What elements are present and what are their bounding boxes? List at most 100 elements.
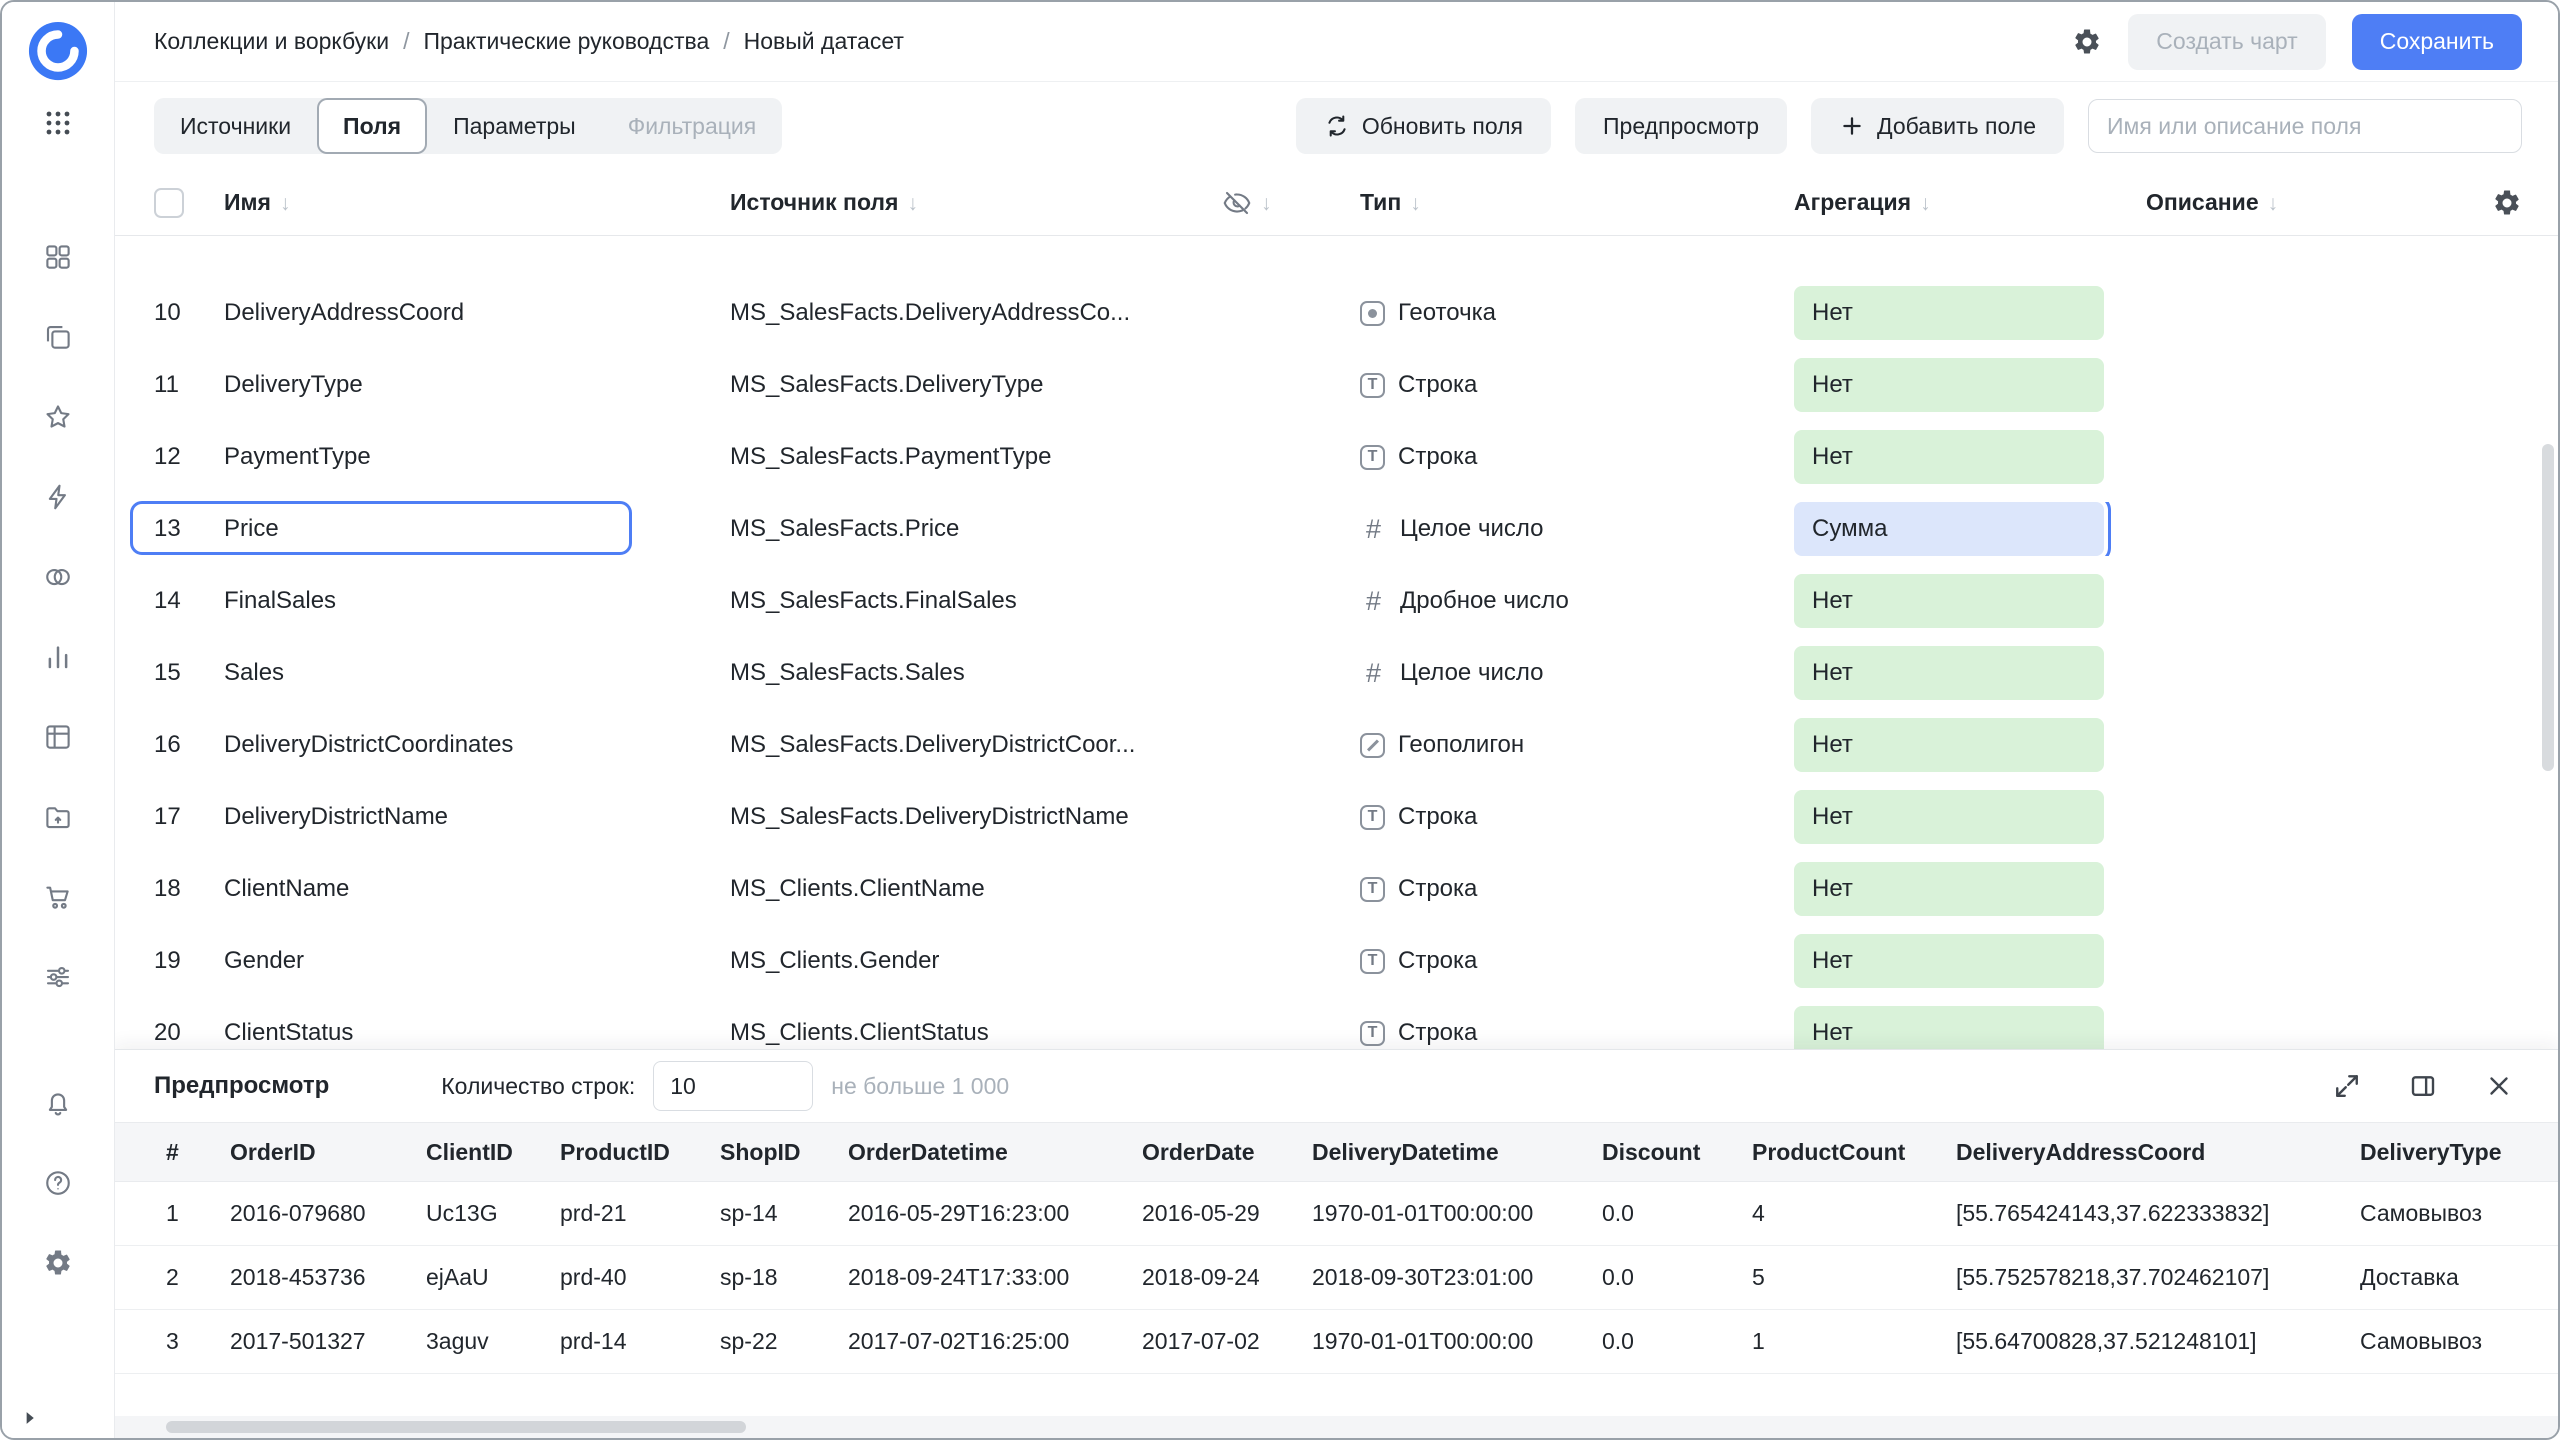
sidebar-nav xyxy=(43,242,73,992)
field-row[interactable]: 15 SalesMS_SalesFacts.Sales Целое числоНет xyxy=(114,637,2558,709)
sidebar-item-connections-icon[interactable] xyxy=(43,562,73,592)
aggregation-badge[interactable]: Нет xyxy=(1794,862,2104,916)
column-header-source[interactable]: Источник поля xyxy=(730,189,898,216)
field-type[interactable]: Строка xyxy=(1360,803,1794,831)
breadcrumb-collections[interactable]: Коллекции и воркбуки xyxy=(154,28,389,55)
aggregation-badge[interactable]: Сумма xyxy=(1794,502,2111,556)
add-field-button[interactable]: Добавить поле xyxy=(1811,98,2064,154)
aggregation-badge[interactable]: Нет xyxy=(1794,358,2104,412)
create-chart-button[interactable]: Создать чарт xyxy=(2128,13,2326,70)
preview-cell: 2018-09-24 xyxy=(1142,1264,1260,1290)
aggregation-badge[interactable]: Нет xyxy=(1794,718,2104,772)
table-settings-gear-icon[interactable] xyxy=(2492,188,2522,218)
field-name[interactable]: DeliveryAddressCoord xyxy=(224,299,730,327)
preview-row: 3 2017-501327 3aguv prd-14 sp-22 2017-07-02T1… xyxy=(114,1310,2558,1374)
field-row[interactable]: 12 PaymentTypeMS_SalesFacts.PaymentType Ст… xyxy=(114,421,2558,493)
sort-down-icon[interactable] xyxy=(1401,189,1421,216)
field-row[interactable]: 17 DeliveryDistrictName MS_SalesFacts.Deli… xyxy=(114,781,2558,853)
aggregation-badge[interactable]: Нет xyxy=(1794,286,2104,340)
sidebar-item-services-icon[interactable] xyxy=(43,962,73,992)
column-header-name[interactable]: Имя xyxy=(224,189,271,216)
field-source: MS_SalesFacts.DeliveryAddressCo... xyxy=(730,299,1131,326)
field-type[interactable]: Строка xyxy=(1360,371,1794,399)
field-row[interactable]: 16 DeliveryDistrictCoordinates MS_SalesFac… xyxy=(114,709,2558,781)
vertical-scrollbar-thumb[interactable] xyxy=(2542,444,2554,771)
field-search-input[interactable] xyxy=(2088,99,2522,153)
sort-down-icon[interactable] xyxy=(898,189,918,216)
field-row[interactable]: 11 DeliveryType MS_SalesFacts.DeliveryType… xyxy=(114,349,2558,421)
field-type[interactable]: Строка xyxy=(1360,947,1794,975)
sidebar-item-editor-icon[interactable] xyxy=(43,482,73,512)
sidebar-item-workbooks-icon[interactable] xyxy=(43,322,73,352)
field-name[interactable]: FinalSales xyxy=(224,587,730,615)
notifications-bell-icon[interactable] xyxy=(43,1088,73,1118)
tab-parameters[interactable]: Параметры xyxy=(427,98,602,154)
field-row[interactable]: 18 ClientNameMS_Clients.ClientName СтрокаН… xyxy=(114,853,2558,925)
preview-toggle-button[interactable]: Предпросмотр xyxy=(1575,98,1787,154)
field-row[interactable]: 13 PriceMS_SalesFacts.Price Целое числоСум… xyxy=(114,493,2558,565)
field-name[interactable]: Price xyxy=(224,515,730,543)
select-all-checkbox[interactable] xyxy=(154,187,184,218)
save-button[interactable]: Сохранить xyxy=(2351,13,2522,70)
sidebar-item-dashboards-icon[interactable] xyxy=(43,242,73,272)
field-type[interactable]: Геополигон xyxy=(1360,731,1794,759)
datalens-logo-icon[interactable] xyxy=(27,20,89,82)
sidebar-item-storage-icon[interactable] xyxy=(43,802,73,832)
dataset-settings-gear-icon[interactable] xyxy=(2072,27,2102,57)
aggregation-badge[interactable]: Нет xyxy=(1794,646,2104,700)
column-header-description[interactable]: Описание xyxy=(2146,189,2259,216)
sidebar-collapse-icon[interactable] xyxy=(20,1408,40,1428)
field-type[interactable]: Дробное число xyxy=(1360,587,1794,615)
apps-grid-icon[interactable] xyxy=(43,108,73,138)
sidebar-settings-gear-icon[interactable] xyxy=(43,1248,73,1278)
field-name[interactable]: ClientStatus xyxy=(224,1019,730,1047)
field-row[interactable]: 19 GenderMS_Clients.Gender СтрокаНет xyxy=(114,925,2558,997)
sort-down-icon[interactable] xyxy=(2259,189,2279,216)
field-name[interactable]: DeliveryDistrictName xyxy=(224,803,730,831)
sidebar-item-favorites-icon[interactable] xyxy=(43,402,73,432)
field-type[interactable]: Целое число xyxy=(1360,659,1794,687)
help-icon[interactable] xyxy=(43,1168,73,1198)
field-name[interactable]: DeliveryType xyxy=(224,371,730,399)
field-row[interactable]: 14 FinalSalesMS_SalesFacts.FinalSales Дроб… xyxy=(114,565,2558,637)
sidebar-item-marketplace-icon[interactable] xyxy=(43,882,73,912)
aggregation-badge[interactable]: Нет xyxy=(1794,934,2104,988)
field-row[interactable]: 20 ClientStatusMS_Clients.ClientStatus Стр… xyxy=(114,997,2558,1050)
sidebar-item-charts-icon[interactable] xyxy=(43,642,73,672)
tab-sources[interactable]: Источники xyxy=(154,98,317,154)
sort-down-icon[interactable] xyxy=(271,189,291,216)
tab-fields[interactable]: Поля xyxy=(317,98,428,154)
field-type[interactable]: Строка xyxy=(1360,875,1794,903)
field-name[interactable]: ClientName xyxy=(224,875,730,903)
field-type[interactable]: Строка xyxy=(1360,1019,1794,1047)
row-count-input[interactable] xyxy=(653,1061,814,1111)
aggregation-badge[interactable]: Нет xyxy=(1794,430,2104,484)
eye-off-icon[interactable] xyxy=(1222,188,1252,218)
tab-filtering[interactable]: Фильтрация xyxy=(602,98,783,154)
refresh-fields-button[interactable]: Обновить поля xyxy=(1295,98,1551,154)
field-name[interactable]: Sales xyxy=(224,659,730,687)
horizontal-scrollbar[interactable] xyxy=(114,1416,2558,1438)
sort-down-icon[interactable] xyxy=(1911,189,1931,216)
field-row-index: 14 xyxy=(154,587,181,614)
split-view-icon[interactable] xyxy=(2408,1071,2438,1101)
field-type[interactable]: Геоточка xyxy=(1360,299,1794,327)
aggregation-badge[interactable]: Нет xyxy=(1794,790,2104,844)
field-name[interactable]: Gender xyxy=(224,947,730,975)
field-type[interactable]: Строка xyxy=(1360,443,1794,471)
field-name[interactable]: DeliveryDistrictCoordinates xyxy=(224,731,730,759)
field-type[interactable]: Целое число xyxy=(1360,515,1794,543)
field-name[interactable]: PaymentType xyxy=(224,443,730,471)
expand-preview-icon[interactable] xyxy=(2332,1071,2362,1101)
close-preview-icon[interactable] xyxy=(2484,1071,2514,1101)
sort-down-icon[interactable] xyxy=(1252,189,1272,216)
field-row[interactable]: 10 DeliveryAddressCoord MS_SalesFacts.Deli… xyxy=(114,277,2558,349)
sidebar-item-datasets-icon[interactable] xyxy=(43,722,73,752)
column-header-aggregation[interactable]: Агрегация xyxy=(1794,189,1911,216)
aggregation-badge[interactable]: Нет xyxy=(1794,574,2104,628)
horizontal-scrollbar-thumb[interactable] xyxy=(166,1421,746,1433)
column-header-type[interactable]: Тип xyxy=(1360,189,1401,216)
vertical-scrollbar[interactable] xyxy=(2541,202,2555,1047)
aggregation-badge[interactable]: Нет xyxy=(1794,1006,2104,1050)
breadcrumb-workbook[interactable]: Практические руководства xyxy=(423,28,709,55)
